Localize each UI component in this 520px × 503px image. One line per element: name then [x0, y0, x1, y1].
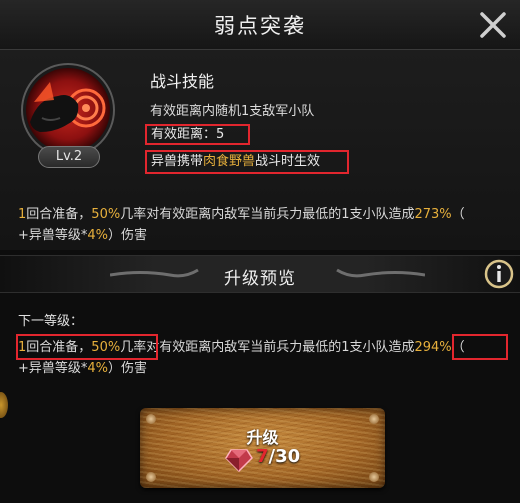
cost-current: 7: [256, 446, 269, 467]
button-rivet: [146, 472, 156, 482]
paren-open: （: [451, 207, 465, 222]
next-effect-middle: 几率对有效距离内敌军当前兵力最低的1支小队造成: [120, 340, 415, 355]
beast-suffix: 战斗时生效: [255, 154, 321, 169]
prep-text: 回合准备，: [26, 207, 92, 222]
skill-range: 有效距离：5: [145, 124, 250, 145]
next-level-label: 下一等级：: [18, 314, 84, 329]
upgrade-cost: 7/30: [256, 446, 300, 467]
dialog-title: 弱点突袭: [214, 13, 306, 38]
annotation-box-damage: [452, 334, 508, 360]
annotation-box-prep: [16, 334, 158, 360]
current-effect-text: 1回合准备，50%几率对有效距离内敌军当前兵力最低的1支小队造成273%（ +异兽…: [18, 204, 508, 246]
skill-level-badge: Lv.2: [38, 146, 100, 168]
skill-beast-condition: 异兽携带肉食野兽战斗时生效: [145, 150, 349, 174]
beast-skill-icon: [21, 63, 115, 157]
side-tab-handle[interactable]: [0, 392, 8, 418]
beast-name: 肉食野兽: [203, 154, 256, 169]
next-level-bonus-suffix: ）伤害: [108, 361, 148, 376]
level-bonus-prefix: +异兽等级*: [18, 228, 88, 243]
level-bonus-suffix: ）伤害: [108, 228, 148, 243]
next-level-bonus-prefix: +异兽等级*: [18, 361, 88, 376]
range-value: 5: [216, 127, 225, 142]
next-damage: 294%: [414, 340, 452, 355]
gem-icon: [225, 449, 253, 472]
upgrade-button[interactable]: 升级 7/30: [140, 408, 385, 488]
info-icon[interactable]: [484, 259, 514, 289]
next-level-bonus: 4%: [87, 361, 109, 376]
effect-middle: 几率对有效距离内敌军当前兵力最低的1支小队造成: [120, 207, 415, 222]
damage: 273%: [414, 207, 452, 222]
skill-name: 战斗技能: [150, 72, 215, 91]
level-bonus: 4%: [87, 228, 109, 243]
button-rivet: [369, 472, 379, 482]
button-rivet: [146, 414, 156, 424]
upgrade-preview-title: 升级预览: [224, 269, 296, 289]
upgrade-button-label: 升级: [246, 428, 279, 447]
chance: 50%: [91, 207, 121, 222]
beast-prefix: 异兽携带: [151, 154, 204, 169]
button-rivet: [369, 414, 379, 424]
range-label: 有效距离：: [151, 127, 217, 142]
upgrade-preview-header: 升级预览: [0, 255, 520, 293]
close-icon[interactable]: [476, 8, 510, 42]
title-bar: 弱点突袭: [0, 0, 520, 50]
skill-target: 有效距离内随机1支敌军小队: [150, 104, 315, 119]
cost-required: /30: [268, 446, 301, 467]
